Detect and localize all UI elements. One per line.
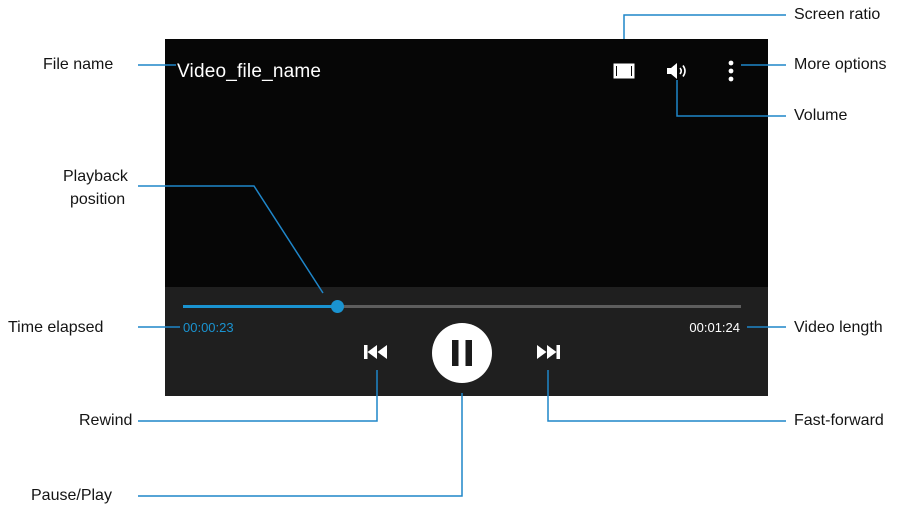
seek-bar[interactable] [183, 300, 741, 313]
pause-icon [452, 340, 472, 366]
video-length: 00:01:24 [689, 320, 740, 335]
video-file-name: Video_file_name [177, 61, 322, 82]
fast-forward-icon[interactable] [536, 344, 560, 360]
callout-playback-position-line1: Playback [63, 168, 128, 185]
screen-ratio-icon[interactable] [613, 63, 635, 79]
video-player-diagram: Video_file_name 00:00:23 00:01:24 File n… [0, 0, 918, 508]
pause-play-button[interactable] [432, 323, 492, 383]
leader-pause-play [138, 393, 463, 497]
callout-fast-forward: Fast-forward [794, 412, 884, 429]
speaker-icon[interactable] [666, 62, 690, 80]
callout-more-options: More options [794, 56, 887, 73]
rewind-icon[interactable] [364, 344, 388, 360]
seek-bar-progress [183, 305, 337, 308]
time-elapsed: 00:00:23 [183, 320, 234, 335]
callout-playback-position-line2: position [70, 191, 126, 208]
callout-volume: Volume [794, 107, 848, 124]
vertical-dots-icon[interactable] [727, 60, 735, 82]
callout-time-elapsed: Time elapsed [8, 319, 104, 336]
callout-screen-ratio: Screen ratio [794, 6, 881, 23]
callout-file-name: File name [43, 56, 114, 73]
video-player-screen[interactable]: Video_file_name 00:00:23 00:01:24 [165, 39, 768, 396]
callout-pause-play: Pause/Play [31, 487, 112, 504]
leader-screen-ratio [623, 14, 786, 39]
callout-rewind: Rewind [79, 412, 133, 429]
callout-video-length: Video length [794, 319, 883, 336]
playback-position-handle[interactable] [331, 300, 344, 313]
